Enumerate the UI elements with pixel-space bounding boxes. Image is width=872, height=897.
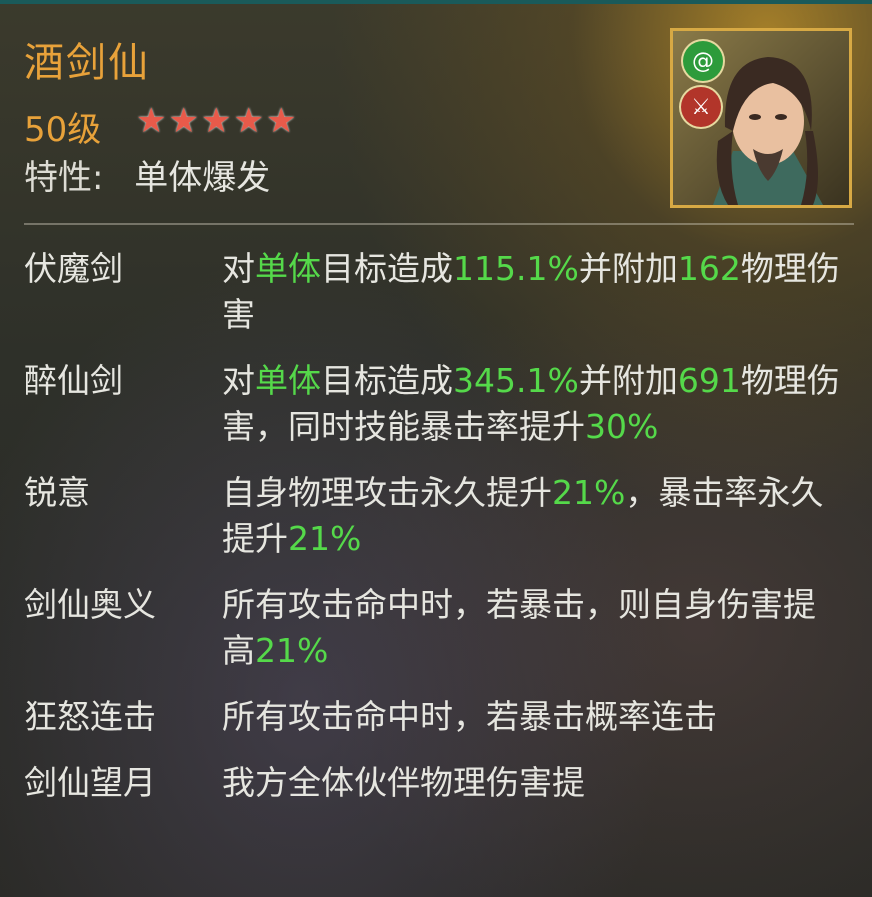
- hero-name: 酒剑仙: [24, 40, 150, 86]
- tornado-icon: @: [683, 41, 723, 81]
- skill-value-highlight: 21%: [552, 473, 626, 512]
- skill-row[interactable]: 剑仙奥义 所有攻击命中时，若暴击，则自身伤害提高21%: [24, 582, 854, 674]
- top-border: [0, 0, 872, 4]
- skill-description: 所有攻击命中时，若暴击概率连击: [222, 694, 842, 740]
- skill-value-highlight: 21%: [255, 631, 329, 670]
- skill-value-highlight: 691: [677, 361, 741, 400]
- hero-info-panel: 酒剑仙 50级 ★ ★ ★ ★ ★ 特性: 单体爆发 @ ⚔ 伏魔剑 对单体目标…: [0, 0, 872, 897]
- star-icon: ★: [136, 101, 167, 141]
- skill-text: 我方全体伙伴物理伤害提: [222, 763, 585, 802]
- skill-row[interactable]: 剑仙望月 我方全体伙伴物理伤害提: [24, 760, 854, 806]
- star-icon: ★: [233, 101, 264, 141]
- skill-name: 锐意: [24, 473, 90, 512]
- skill-text: 自身物理攻击永久提升: [222, 473, 552, 512]
- skill-value-highlight: 115.1%: [453, 249, 579, 288]
- skill-name: 狂怒连击: [24, 697, 156, 736]
- trait-value: 单体爆发: [134, 158, 271, 198]
- skill-row[interactable]: 狂怒连击 所有攻击命中时，若暴击概率连击: [24, 694, 854, 740]
- skill-value-highlight: 162: [677, 249, 741, 288]
- skill-text: 对: [222, 249, 255, 288]
- skill-list: 伏魔剑 对单体目标造成115.1%并附加162物理伤害 醉仙剑 对单体目标造成345.…: [24, 246, 854, 826]
- star-icon: ★: [200, 101, 232, 141]
- skill-text: 并附加: [578, 361, 678, 400]
- skill-row[interactable]: 醉仙剑 对单体目标造成345.1%并附加691物理伤害，同时技能暴击率提升30%: [24, 358, 854, 450]
- skill-text: 对: [222, 361, 255, 400]
- skill-description: 所有攻击命中时，若暴击，则自身伤害提高21%: [222, 582, 842, 674]
- divider: [24, 223, 854, 225]
- hero-trait: 特性: 单体爆发: [24, 150, 270, 199]
- hero-portrait[interactable]: @ ⚔: [670, 28, 852, 208]
- skill-text: 所有攻击命中时，若暴击概率连击: [222, 697, 717, 736]
- skill-text: 目标造成: [321, 249, 453, 288]
- skill-name: 伏魔剑: [24, 249, 123, 288]
- skill-name: 醉仙剑: [24, 361, 123, 400]
- skill-value-highlight: 345.1%: [453, 361, 579, 400]
- skill-description: 我方全体伙伴物理伤害提: [222, 760, 842, 806]
- star-rating: ★ ★ ★ ★ ★: [136, 104, 296, 138]
- skill-name: 剑仙奥义: [24, 585, 156, 624]
- skill-text: 目标造成: [321, 361, 453, 400]
- skill-value-highlight: 单体: [255, 361, 321, 400]
- skill-value-highlight: 30%: [585, 407, 659, 446]
- sword-icon: ⚔: [681, 87, 721, 127]
- skill-text: 并附加: [578, 249, 678, 288]
- skill-description: 对单体目标造成115.1%并附加162物理伤害: [222, 246, 842, 338]
- skill-row[interactable]: 锐意 自身物理攻击永久提升21%，暴击率永久提升21%: [24, 470, 854, 562]
- skill-description: 自身物理攻击永久提升21%，暴击率永久提升21%: [222, 470, 842, 562]
- star-icon: ★: [168, 101, 199, 141]
- hero-level: 50级: [24, 110, 102, 150]
- skill-name: 剑仙望月: [24, 763, 156, 802]
- skill-value-highlight: 21%: [288, 519, 362, 558]
- skill-description: 对单体目标造成345.1%并附加691物理伤害，同时技能暴击率提升30%: [222, 358, 842, 450]
- star-icon: ★: [265, 101, 297, 141]
- skill-row[interactable]: 伏魔剑 对单体目标造成115.1%并附加162物理伤害: [24, 246, 854, 338]
- trait-label: 特性:: [24, 158, 104, 198]
- skill-value-highlight: 单体: [255, 249, 321, 288]
